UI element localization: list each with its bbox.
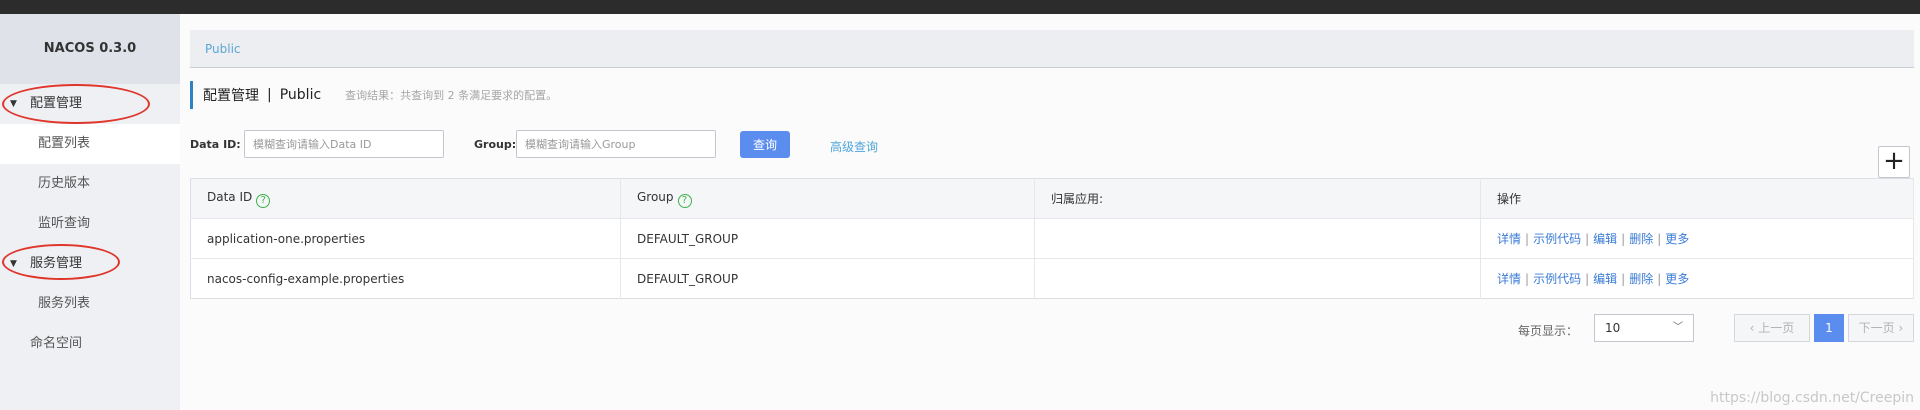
window-top-bar [0,0,1920,14]
sidebar-group-config[interactable]: ▼ 配置管理 [0,84,180,124]
detail-link[interactable]: 详情 [1497,272,1521,286]
page-size-select[interactable]: 10 ﹀ [1594,314,1694,342]
detail-link[interactable]: 详情 [1497,232,1521,246]
group-label: Group: [474,138,517,151]
page-namespace: Public [279,87,322,103]
query-button[interactable]: 查询 [740,131,790,158]
caret-down-icon: ▼ [10,99,17,109]
sidebar-item-namespace[interactable]: 命名空间 [0,324,180,364]
column-header-data-id: Data ID? [190,178,621,219]
sidebar-group-label: 服务管理 [30,256,83,271]
title-accent-bar [190,81,193,109]
sidebar-group-service[interactable]: ▼ 服务管理 [0,244,180,284]
cell-app [1034,258,1481,299]
chevron-right-icon: › [1894,321,1904,335]
prev-page-button[interactable]: ‹ 上一页 [1734,314,1810,342]
sample-code-link[interactable]: 示例代码 [1533,232,1581,246]
sidebar: NACOS 0.3.0 ▼ 配置管理 配置列表 历史版本 监听查询 ▼ 服务管理… [0,14,180,410]
help-icon[interactable]: ? [256,193,271,208]
cell-group: DEFAULT_GROUP [620,258,1035,299]
sidebar-group-label: 配置管理 [30,96,83,111]
more-link[interactable]: 更多 [1665,272,1689,286]
chevron-left-icon: ‹ [1749,321,1759,335]
page-header: 配置管理 | Public 查询结果：共查询到 2 条满足要求的配置。 [190,80,557,110]
cell-data-id: application-one.properties [190,218,621,259]
sidebar-item-listener-query[interactable]: 监听查询 [0,204,180,244]
help-icon[interactable]: ? [677,193,692,208]
column-header-app: 归属应用: [1034,178,1481,219]
watermark: https://blog.csdn.net/Creepin [1710,390,1914,406]
group-input[interactable] [516,130,716,158]
add-config-button[interactable]: + [1878,146,1910,178]
page-size-label: 每页显示： [1518,324,1579,338]
cell-actions: 详情 | 示例代码 | 编辑 | 删除 | 更多 [1480,258,1914,299]
query-result-text: 查询结果：共查询到 2 条满足要求的配置。 [345,89,558,102]
pagination: 每页显示： 10 ﹀ ‹ 上一页 1 下一页 › [190,314,1914,344]
page-size-value: 10 [1605,321,1621,335]
config-table: Data ID? Group? 归属应用: 操作 application-one… [190,178,1914,299]
column-header-actions: 操作 [1480,178,1914,219]
advanced-query-link[interactable]: 高级查询 [830,138,878,155]
plus-icon: + [1883,146,1905,176]
table-row: nacos-config-example.properties DEFAULT_… [190,258,1914,299]
delete-link[interactable]: 删除 [1629,272,1653,286]
sample-code-link[interactable]: 示例代码 [1533,272,1581,286]
column-header-group: Group? [620,178,1035,219]
table-row: application-one.properties DEFAULT_GROUP… [190,218,1914,259]
table-header-row: Data ID? Group? 归属应用: 操作 [190,178,1914,219]
sidebar-item-history[interactable]: 历史版本 [0,164,180,204]
page-title: 配置管理 [203,88,259,104]
page-number-1[interactable]: 1 [1814,314,1844,342]
more-link[interactable]: 更多 [1665,232,1689,246]
breadcrumb-link-public[interactable]: Public [205,42,241,56]
chevron-down-icon: ﹀ [1673,322,1683,333]
next-page-button[interactable]: 下一页 › [1848,314,1914,342]
edit-link[interactable]: 编辑 [1593,272,1617,286]
main-content: Public 配置管理 | Public 查询结果：共查询到 2 条满足要求的配… [180,14,1920,410]
delete-link[interactable]: 删除 [1629,232,1653,246]
caret-down-icon: ▼ [10,259,17,269]
cell-actions: 详情 | 示例代码 | 编辑 | 删除 | 更多 [1480,218,1914,259]
search-bar: Data ID: Group: 查询 高级查询 [190,130,1914,160]
title-separator: | [267,87,272,103]
sidebar-item-config-list[interactable]: 配置列表 [0,124,180,164]
cell-app [1034,218,1481,259]
app-logo-title: NACOS 0.3.0 [0,14,180,84]
data-id-input[interactable] [244,130,444,158]
cell-group: DEFAULT_GROUP [620,218,1035,259]
cell-data-id: nacos-config-example.properties [190,258,621,299]
breadcrumb: Public [190,30,1914,68]
edit-link[interactable]: 编辑 [1593,232,1617,246]
data-id-label: Data ID: [190,138,241,151]
sidebar-item-service-list[interactable]: 服务列表 [0,284,180,324]
